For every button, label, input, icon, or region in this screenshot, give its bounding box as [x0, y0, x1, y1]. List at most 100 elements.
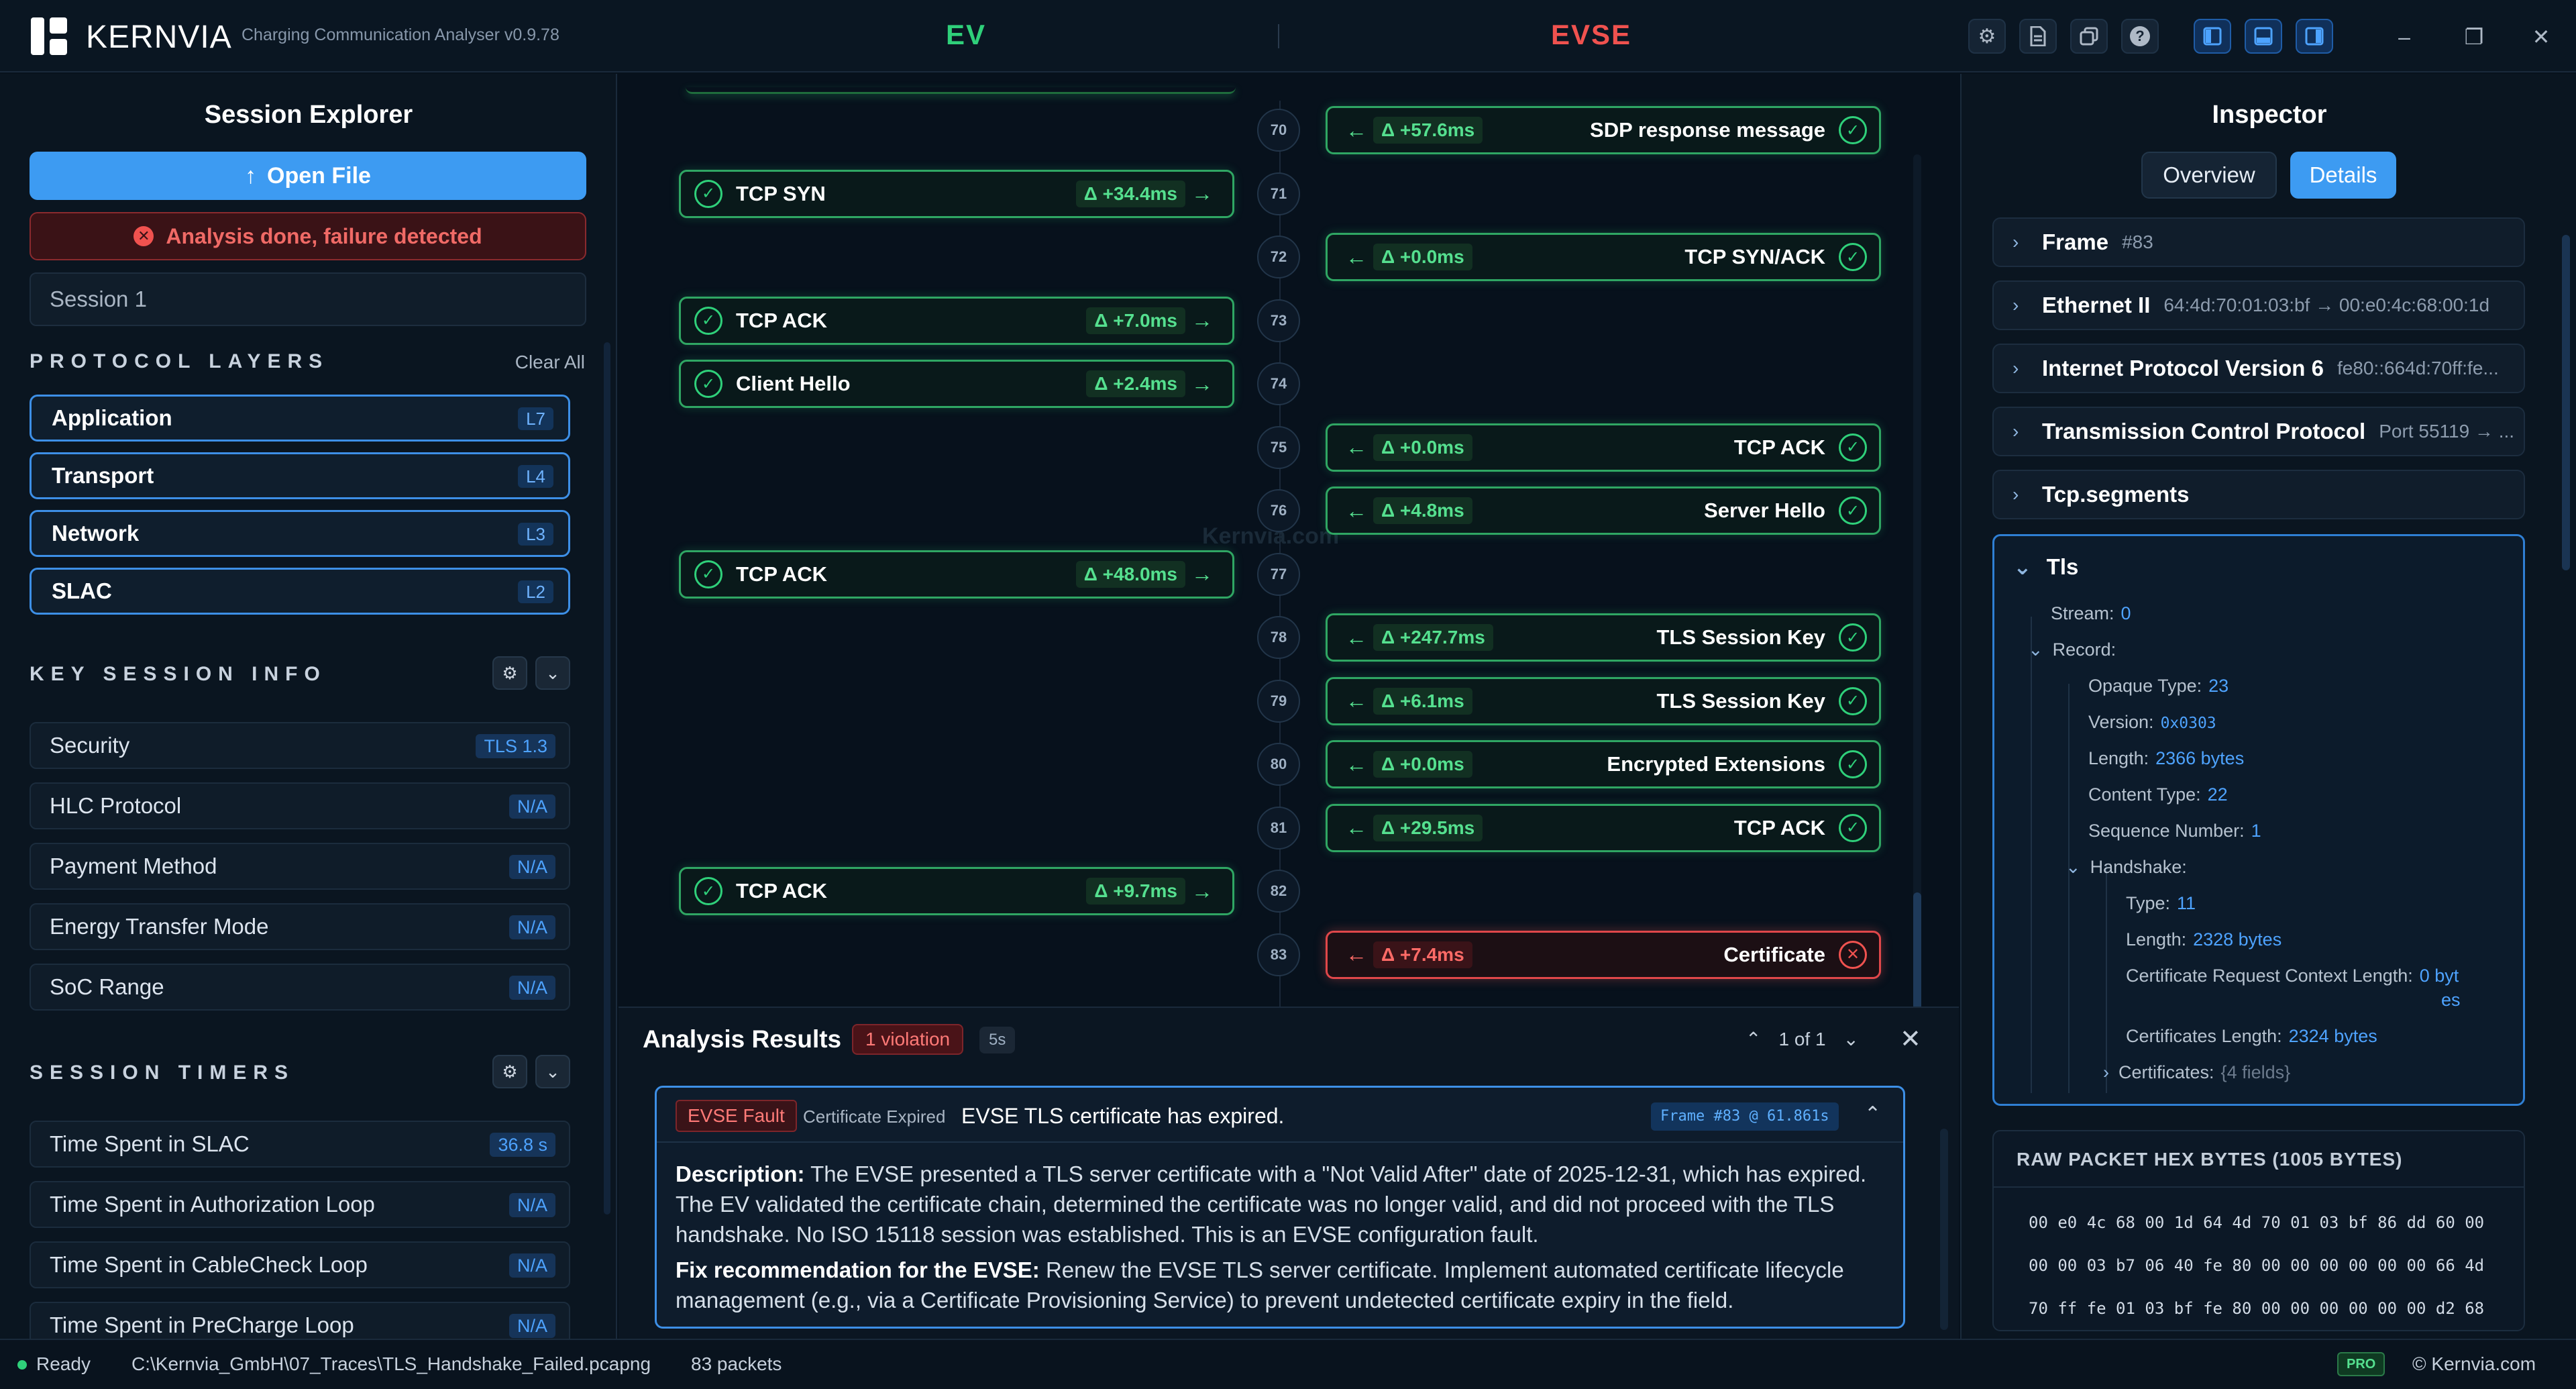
scrollbar-thumb[interactable] — [1913, 892, 1921, 1007]
divider — [1994, 1186, 2524, 1188]
evse-message[interactable]: ← Δ +247.7ms TLS Session Key ✓ — [1326, 613, 1881, 662]
field-cert-request-context-length[interactable]: Certificate Request Context Length: 0 byt — [2126, 966, 2459, 986]
field-value: 22 — [2207, 784, 2228, 805]
frame-number-badge[interactable]: 77 — [1257, 552, 1300, 596]
layout-bottom-toggle[interactable] — [2245, 19, 2282, 54]
tab-details[interactable]: Details — [2290, 152, 2396, 199]
sequence-scrollbar[interactable] — [1913, 154, 1921, 1007]
arrow-left-icon: ← — [1346, 815, 1367, 839]
frame-number-badge[interactable]: 79 — [1257, 679, 1300, 723]
tree-ipv6[interactable]: › Internet Protocol Version 6 fe80::664d:7… — [1992, 344, 2525, 393]
field-certificates[interactable]: › Certificates: {4 fields} — [2103, 1062, 2290, 1083]
message-label: TLS Session Key — [1656, 625, 1825, 649]
field-label: Stream: — [2051, 603, 2114, 623]
field-opaque-type[interactable]: Opaque Type: 23 — [2088, 676, 2229, 697]
layer-name: Application — [52, 405, 172, 430]
document-button[interactable] — [2019, 19, 2057, 54]
field-value: {4 fields} — [2220, 1062, 2291, 1082]
timers-settings-button[interactable]: ⚙ — [492, 1055, 527, 1088]
frame-number-badge[interactable]: 75 — [1257, 425, 1300, 469]
key-info-settings-button[interactable]: ⚙ — [492, 656, 527, 690]
evse-message[interactable]: ← Δ +4.8ms Server Hello ✓ — [1326, 486, 1881, 535]
frame-number-badge[interactable]: 70 — [1257, 109, 1300, 152]
tls-node-header[interactable]: ⌄ Tls — [2013, 554, 2078, 580]
tree-tcp-segments[interactable]: › Tcp.segments — [1992, 470, 2525, 519]
close-results-button[interactable]: ✕ — [1900, 1024, 1921, 1054]
status-bar: Ready C:\Kernvia_GmbH\07_Traces\TLS_Hand… — [0, 1339, 2576, 1389]
layer-slac[interactable]: SLAC L2 — [30, 568, 570, 615]
analysis-status-alert: ✕ Analysis done, failure detected — [30, 212, 586, 260]
frame-number-badge[interactable]: 73 — [1257, 299, 1300, 342]
layer-application[interactable]: Application L7 — [30, 395, 570, 442]
frame-number-badge[interactable]: 81 — [1257, 806, 1300, 850]
ev-message[interactable]: ✓ TCP ACK Δ +48.0ms → — [679, 550, 1234, 599]
field-version[interactable]: Version: 0x0303 — [2088, 712, 2216, 733]
layout-right-toggle[interactable] — [2296, 19, 2333, 54]
tree-ethernet[interactable]: › Ethernet II 64:4d:70:01:03:bf → 00:e0:4c… — [1992, 280, 2525, 330]
field-content-type[interactable]: Content Type: 22 — [2088, 784, 2228, 805]
clear-all-link[interactable]: Clear All — [515, 352, 585, 373]
frame-number-badge[interactable]: 74 — [1257, 362, 1300, 405]
evse-message[interactable]: ← Δ +0.0ms TCP SYN/ACK ✓ — [1326, 233, 1881, 281]
open-file-button[interactable]: ↑ Open File — [30, 152, 586, 200]
minimize-button[interactable]: – — [2385, 20, 2423, 54]
left-panel-scrollbar[interactable] — [604, 342, 610, 1215]
timers-expand-button[interactable]: ⌄ — [535, 1055, 570, 1088]
evse-message[interactable]: ← Δ +0.0ms Encrypted Extensions ✓ — [1326, 740, 1881, 788]
chevron-up-icon[interactable]: ⌃ — [1864, 1102, 1881, 1126]
evse-message-failed[interactable]: ← Δ +7.4ms Certificate ✕ — [1326, 930, 1881, 979]
frame-number-badge[interactable]: 83 — [1257, 933, 1300, 976]
info-value: TLS 1.3 — [476, 734, 555, 758]
chevron-up-icon[interactable]: ⌃ — [1746, 1028, 1761, 1050]
close-window-button[interactable]: ✕ — [2522, 20, 2560, 54]
evse-message[interactable]: ← Δ +0.0ms TCP ACK ✓ — [1326, 423, 1881, 472]
check-circle-icon: ✓ — [694, 560, 722, 588]
field-label: Record: — [2052, 639, 2116, 660]
field-handshake-length[interactable]: Length: 2328 bytes — [2126, 929, 2282, 950]
inspector-scrollbar[interactable] — [2562, 235, 2570, 570]
ev-message[interactable]: ✓ Client Hello Δ +2.4ms → — [679, 360, 1234, 408]
settings-button[interactable]: ⚙ — [1968, 19, 2006, 54]
field-handshake[interactable]: ⌄ Handshake: — [2065, 857, 2187, 878]
layer-network[interactable]: Network L3 — [30, 510, 570, 557]
frame-number-badge[interactable]: 78 — [1257, 616, 1300, 659]
key-info-expand-button[interactable]: ⌄ — [535, 656, 570, 690]
frame-number-badge[interactable]: 80 — [1257, 743, 1300, 786]
chevron-right-icon: › — [2012, 358, 2019, 378]
evse-message[interactable]: ← Δ +6.1ms TLS Session Key ✓ — [1326, 676, 1881, 725]
field-value: 0 — [2121, 603, 2131, 623]
results-scrollbar[interactable] — [1940, 1129, 1948, 1330]
field-stream[interactable]: Stream: 0 — [2051, 603, 2131, 624]
frame-number-badge[interactable]: 71 — [1257, 172, 1300, 215]
evse-message[interactable]: ← Δ +57.6ms SDP response message ✓ — [1326, 106, 1881, 154]
frame-number-badge[interactable]: 82 — [1257, 870, 1300, 913]
layout-left-toggle[interactable] — [2194, 19, 2231, 54]
tree-frame[interactable]: › Frame #83 — [1992, 217, 2525, 267]
field-record[interactable]: ⌄ Record: — [2028, 639, 2116, 660]
field-sequence-number[interactable]: Sequence Number: 1 — [2088, 821, 2261, 841]
layer-transport[interactable]: Transport L4 — [30, 452, 570, 499]
restore-icon: ❐ — [2464, 25, 2484, 49]
message-label: TCP SYN/ACK — [1684, 245, 1825, 268]
field-certificates-length[interactable]: Certificates Length: 2324 bytes — [2126, 1026, 2377, 1047]
tab-overview[interactable]: Overview — [2141, 152, 2277, 199]
help-button[interactable]: ? — [2121, 19, 2159, 54]
fault-card-header[interactable]: EVSE Fault Certificate Expired EVSE TLS … — [657, 1088, 1903, 1143]
error-icon: ✕ — [133, 226, 154, 246]
session-selector[interactable]: Session 1 — [30, 272, 586, 326]
field-length[interactable]: Length: 2366 bytes — [2088, 748, 2244, 769]
evse-message[interactable]: ← Δ +29.5ms TCP ACK ✓ — [1326, 803, 1881, 852]
key-session-info-heading: KEY SESSION INFO — [30, 663, 327, 685]
ev-message[interactable]: ✓ TCP ACK Δ +7.0ms → — [679, 296, 1234, 345]
restore-button[interactable]: ❐ — [2455, 20, 2493, 54]
tree-tcp[interactable]: › Transmission Control Protocol Port 55119… — [1992, 407, 2525, 456]
frame-number-badge[interactable]: 72 — [1257, 236, 1300, 278]
timer-cablecheck-loop: Time Spent in CableCheck Loop N/A — [30, 1241, 570, 1288]
frame-reference-link[interactable]: Frame #83 @ 61.861s — [1651, 1102, 1839, 1131]
chevron-down-icon[interactable]: ⌄ — [1843, 1028, 1859, 1050]
field-handshake-type[interactable]: Type: 11 — [2126, 893, 2196, 914]
ev-message[interactable]: ✓ TCP ACK Δ +9.7ms → — [679, 867, 1234, 915]
frame-number-badge[interactable]: 76 — [1257, 489, 1300, 532]
ev-message[interactable]: ✓ TCP SYN Δ +34.4ms → — [679, 169, 1234, 218]
copy-button[interactable] — [2070, 19, 2108, 54]
